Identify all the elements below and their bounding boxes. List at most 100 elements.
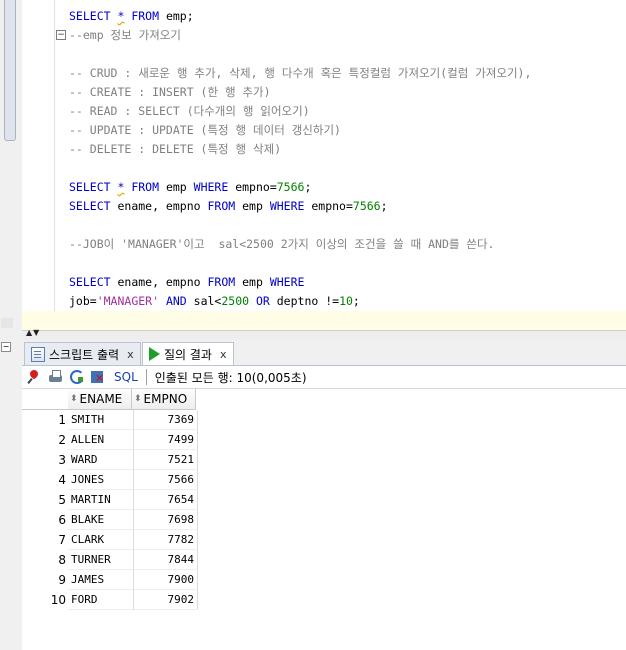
cell-empno[interactable]: 7369: [134, 410, 198, 430]
code-token: empno=: [235, 180, 277, 194]
cell-empno[interactable]: 7844: [134, 550, 198, 570]
row-number: 9: [58, 573, 66, 587]
code-token: -- UPDATE : UPDATE (특정 행 데이터 갱신하기): [69, 123, 341, 137]
tab-query-result[interactable]: 질의 결과 x: [142, 342, 234, 365]
code-token: ename, empno: [117, 275, 208, 289]
table-row[interactable]: 6 BLAKE 7698: [22, 510, 198, 530]
code-token: WHERE: [269, 275, 305, 289]
cell-ename[interactable]: JONES: [68, 470, 134, 490]
code-line[interactable]: --JOB이 'MANAGER'이고 sal<2500 2가지 이상의 조건을 …: [69, 235, 494, 254]
refresh-icon[interactable]: [69, 369, 85, 385]
cell-ename[interactable]: CLARK: [68, 530, 134, 550]
table-row[interactable]: 3 WARD 7521: [22, 450, 198, 470]
column-header-empno[interactable]: ⬍ EMPNO: [132, 389, 196, 410]
cell-empno[interactable]: 7654: [134, 490, 198, 510]
cell-ename[interactable]: ALLEN: [68, 430, 134, 450]
code-token: FROM: [207, 199, 243, 213]
sort-icon[interactable]: ⬍: [70, 394, 78, 404]
table-row[interactable]: 2 ALLEN 7499: [22, 430, 198, 450]
table-row[interactable]: 10 FORD 7902: [22, 590, 198, 610]
code-token: -- DELETE : DELETE (특정 행 삭제): [69, 142, 282, 156]
code-token: 7566: [276, 180, 305, 194]
toolbar-separator: [145, 369, 147, 385]
row-number: 2: [58, 433, 66, 447]
column-header-empno-label: EMPNO: [143, 392, 188, 406]
code-token: emp: [165, 180, 194, 194]
row-number: 1: [58, 413, 66, 427]
left-scrollbar-end: [1, 318, 13, 328]
cell-empno[interactable]: 7900: [134, 570, 198, 590]
column-header-ename[interactable]: ⬍ ENAME: [68, 389, 132, 410]
code-line[interactable]: -- UPDATE : UPDATE (특정 행 데이터 갱신하기): [69, 121, 341, 140]
code-line[interactable]: -- READ : SELECT (다수개의 행 읽어오기): [69, 102, 310, 121]
code-line[interactable]: SELECT * FROM emp;: [69, 7, 194, 26]
table-row[interactable]: 5 MARTIN 7654: [22, 490, 198, 510]
code-token: AND: [159, 294, 194, 308]
code-token: FROM: [124, 9, 166, 23]
print-icon[interactable]: [48, 369, 64, 385]
code-token: deptno !=: [276, 294, 340, 308]
code-line[interactable]: SELECT ename, empno FROM emp WHERE empno…: [69, 197, 388, 216]
sql-worksheet-editor[interactable]: − SELECT * FROM emp; --emp 정보 가져오기 -- CRUD…: [22, 0, 626, 330]
cell-empno[interactable]: 7566: [134, 470, 198, 490]
code-token: ;: [352, 294, 360, 308]
row-number: 4: [58, 473, 66, 487]
cancel-query-icon[interactable]: [90, 369, 106, 385]
cell-ename[interactable]: WARD: [68, 450, 134, 470]
cell-ename[interactable]: BLAKE: [68, 510, 134, 530]
cell-empno[interactable]: 7499: [134, 430, 198, 450]
left-scrollbar-thumb[interactable]: [4, 0, 16, 141]
code-token: FROM: [124, 180, 166, 194]
query-result-grid[interactable]: ⬍ ENAME ⬍ EMPNO 1 SMITH 7369 2 ALLEN 7499 3 WAR…: [22, 389, 626, 650]
code-line[interactable]: SELECT ename, empno FROM emp WHERE: [69, 273, 304, 292]
code-line[interactable]: -- DELETE : DELETE (특정 행 삭제): [69, 140, 281, 159]
table-row[interactable]: 1 SMITH 7369: [22, 410, 198, 430]
cell-empno[interactable]: 7521: [134, 450, 198, 470]
splitter-arrows-icon[interactable]: ▲▼: [26, 329, 40, 337]
sql-button[interactable]: SQL: [114, 370, 138, 384]
code-token: ename, empno: [117, 199, 208, 213]
table-row[interactable]: 9 JAMES 7900: [22, 570, 198, 590]
code-token: 'MANAGER': [96, 294, 160, 308]
cell-empno[interactable]: 7698: [134, 510, 198, 530]
code-token: SELECT: [69, 275, 118, 289]
code-token: 2500: [221, 294, 250, 308]
cell-empno[interactable]: 7902: [134, 590, 198, 610]
code-fold-minus-icon[interactable]: −: [56, 30, 66, 40]
code-token: -- READ : SELECT (다수개의 행 읽어오기): [69, 104, 310, 118]
fetch-status: 인출된 모든 행: 10(0,005초): [154, 370, 307, 385]
code-token: emp;: [165, 9, 194, 23]
pin-icon[interactable]: [27, 369, 43, 385]
code-token: empno=: [311, 199, 353, 213]
code-token: 7566: [352, 199, 381, 213]
tab-script-output-close-icon[interactable]: x: [127, 348, 134, 361]
cell-ename[interactable]: JAMES: [68, 570, 134, 590]
code-line[interactable]: --emp 정보 가져오기: [69, 26, 181, 45]
cell-ename[interactable]: MARTIN: [68, 490, 134, 510]
tab-script-output[interactable]: 스크립트 출력 x: [24, 342, 141, 365]
table-row[interactable]: 4 JONES 7566: [22, 470, 198, 490]
code-token: --JOB이 'MANAGER'이고 sal<2500 2가지 이상의 조건을 …: [69, 237, 495, 251]
table-row[interactable]: 7 CLARK 7782: [22, 530, 198, 550]
cell-ename[interactable]: FORD: [68, 590, 134, 610]
code-line[interactable]: SELECT * FROM emp WHERE empno=7566;: [69, 178, 311, 197]
cell-empno[interactable]: 7782: [134, 530, 198, 550]
tab-query-result-close-icon[interactable]: x: [220, 348, 227, 361]
code-line[interactable]: -- CREATE : INSERT (한 행 추가): [69, 83, 271, 102]
cell-ename[interactable]: SMITH: [68, 410, 134, 430]
grid-header: ⬍ ENAME ⬍ EMPNO: [22, 389, 196, 410]
code-token: SELECT: [69, 199, 118, 213]
row-number: 5: [58, 493, 66, 507]
output-tab-bar: 스크립트 출력 x 질의 결과 x: [22, 340, 626, 366]
table-row[interactable]: 8 TURNER 7844: [22, 550, 198, 570]
collapse-minus-icon[interactable]: −: [1, 342, 11, 352]
code-line[interactable]: -- CRUD : 새로운 행 추가, 삭제, 행 다수개 혹은 특정컬럼 가져…: [69, 64, 531, 83]
row-number: 7: [58, 533, 66, 547]
left-panel-strip: −: [0, 0, 23, 650]
code-token: emp: [242, 199, 270, 213]
cell-ename[interactable]: TURNER: [68, 550, 134, 570]
code-line[interactable]: job='MANAGER' AND sal<2500 OR deptno !=1…: [69, 292, 360, 311]
sort-icon[interactable]: ⬍: [134, 394, 142, 404]
script-output-icon: [31, 346, 45, 362]
tab-query-result-label: 질의 결과: [164, 347, 212, 362]
